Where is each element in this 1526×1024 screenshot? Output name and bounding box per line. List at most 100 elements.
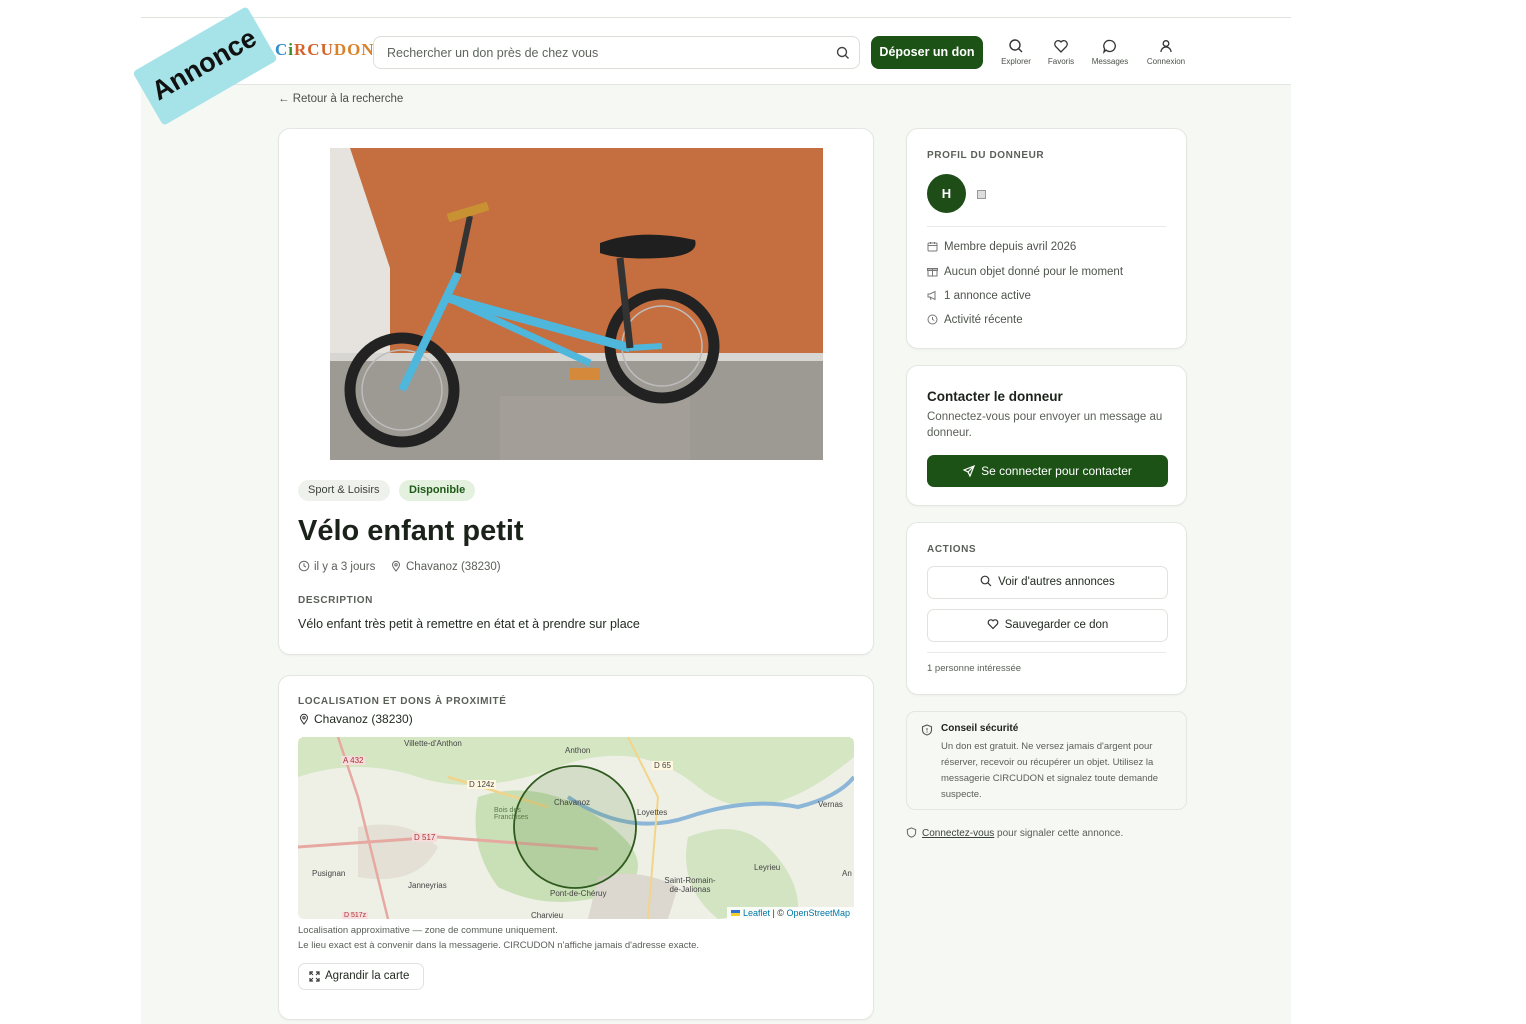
- safety-text: Un don est gratuit. Ne versez jamais d'a…: [941, 741, 1159, 800]
- calendar-icon: [927, 242, 938, 252]
- safety-tip: Conseil sécurité Un don est gratuit. Ne …: [906, 711, 1187, 810]
- circudon-logo[interactable]: CiRCUDON: [275, 40, 375, 60]
- expand-map-button[interactable]: Agrandir la carte: [298, 963, 424, 990]
- donor-profile-card: PROFIL DU DONNEUR H Membre depuis avril …: [906, 128, 1187, 349]
- nav-messages[interactable]: Messages: [1088, 38, 1132, 66]
- top-bar: CiRCUDON Rechercher un don près de chez …: [141, 18, 1291, 85]
- nav-explorer[interactable]: Explorer: [996, 38, 1036, 66]
- clock-icon: [298, 560, 310, 572]
- see-other-listings-button[interactable]: Voir d'autres annonces: [927, 566, 1168, 599]
- map-label: Anthon: [565, 746, 591, 755]
- map-label: D 65: [652, 761, 673, 770]
- map-label: A 432: [341, 756, 366, 765]
- listing-location: Chavanoz (38230): [390, 560, 501, 573]
- attribution-separator: | ©: [769, 908, 787, 918]
- page-frame: CiRCUDON Rechercher un don près de chez …: [141, 17, 1291, 1024]
- pin-icon: [391, 560, 401, 572]
- ukraine-flag-icon: [730, 910, 740, 916]
- map-label: Bois des Franchises: [494, 807, 529, 821]
- profile-label: PROFIL DU DONNEUR: [927, 150, 1045, 161]
- listing-card: Sport & Loisirs Disponible Vélo enfant p…: [278, 128, 874, 655]
- expand-icon: [309, 971, 320, 982]
- search-input[interactable]: Rechercher un don près de chez vous: [373, 36, 860, 69]
- map-label: D 517: [412, 833, 438, 842]
- location-card: LOCALISATION ET DONS À PROXIMITÉ Chavano…: [278, 675, 874, 1020]
- listing-photo[interactable]: [330, 148, 823, 460]
- active-listings: 1 annonce active: [927, 290, 1031, 302]
- login-to-contact-button[interactable]: Se connecter pour contacter: [927, 455, 1168, 487]
- heart-icon: [987, 619, 999, 630]
- heart-icon: [1054, 40, 1068, 53]
- contact-title: Contacter le donneur: [927, 389, 1063, 404]
- location-map[interactable]: Villette-d'Anthon A 432 Anthon D 65 D 12…: [298, 737, 854, 919]
- back-to-search-link[interactable]: ← Retour à la recherche: [278, 93, 403, 105]
- nav-label: Explorer: [1001, 57, 1031, 66]
- search-icon: [1009, 39, 1023, 53]
- status-badge: Disponible: [399, 480, 476, 501]
- map-label: An: [842, 869, 852, 878]
- map-label: Janneyrias: [408, 881, 447, 890]
- nav-label: Favoris: [1047, 57, 1075, 66]
- items-given: Aucun objet donné pour le moment: [927, 266, 1123, 278]
- map-label: Saint-Romain-de-Jalionas: [664, 876, 716, 894]
- send-icon: [962, 464, 976, 478]
- category-tag[interactable]: Sport & Loisirs: [298, 480, 390, 501]
- chat-icon: [1102, 39, 1116, 54]
- map-label: D 517z: [342, 912, 369, 919]
- clock-icon: [927, 314, 938, 325]
- description-label: DESCRIPTION: [298, 595, 373, 606]
- map-label: Pusignan: [312, 869, 346, 878]
- shield-icon: [921, 724, 933, 736]
- search-placeholder: Rechercher un don près de chez vous: [387, 46, 599, 60]
- user-icon: [1160, 40, 1172, 53]
- contact-card: Contacter le donneur Connectez-vous pour…: [906, 365, 1187, 506]
- gift-icon: [927, 268, 938, 277]
- nav-favoris[interactable]: Favoris: [1043, 38, 1079, 66]
- save-donation-button[interactable]: Sauvegarder ce don: [927, 609, 1168, 642]
- post-donation-button[interactable]: Déposer un don: [871, 36, 983, 69]
- map-label: Villette-d'Anthon: [404, 739, 462, 748]
- nav-label: Connexion: [1146, 57, 1186, 66]
- place-text: Chavanoz (38230): [314, 712, 413, 726]
- map-label: Pont-de-Chéruy: [550, 889, 607, 898]
- member-since: Membre depuis avril 2026: [927, 241, 1076, 253]
- divider: [927, 226, 1166, 227]
- logo-letters-rcu: RCU: [294, 40, 334, 59]
- map-attribution: Leaflet | © OpenStreetMap: [726, 907, 854, 919]
- report-text: pour signaler cette annonce.: [994, 828, 1124, 839]
- search-icon: [980, 575, 992, 587]
- logo-letter-c: C: [275, 40, 289, 59]
- map-label: Vernas: [818, 800, 843, 809]
- location-place: Chavanoz (38230): [298, 712, 413, 726]
- divider: [927, 652, 1166, 653]
- map-note-approx: Localisation approximative — zone de com…: [298, 925, 558, 936]
- login-link[interactable]: Connectez-vous: [922, 828, 994, 839]
- actions-card: ACTIONS Voir d'autres annonces Sauvegard…: [906, 522, 1187, 695]
- save-label: Sauvegarder ce don: [1004, 619, 1109, 631]
- posted-text: il y a 3 jours: [314, 561, 376, 573]
- map-label: Chavanoz: [554, 798, 591, 807]
- megaphone-icon: [927, 290, 936, 301]
- openstreetmap-link[interactable]: OpenStreetMap: [786, 908, 850, 918]
- contact-button-label: Se connecter pour contacter: [981, 464, 1132, 478]
- description-text: Vélo enfant très petit à remettre en éta…: [298, 617, 640, 631]
- report-listing: Connectez-vous pour signaler cette annon…: [906, 827, 1123, 839]
- map-label: Leyrieu: [754, 863, 781, 872]
- bike-photo-image: [330, 148, 823, 460]
- avatar[interactable]: H: [927, 174, 966, 213]
- leaflet-link[interactable]: Leaflet: [743, 908, 770, 918]
- map-label: Loyettes: [637, 808, 668, 817]
- nav-connexion[interactable]: Connexion: [1143, 38, 1189, 66]
- pin-icon: [299, 713, 309, 725]
- interested-count: 1 personne intéressée: [927, 663, 1022, 674]
- posted-time: il y a 3 jours: [298, 560, 375, 573]
- actions-label: ACTIONS: [927, 544, 977, 555]
- shield-icon: [906, 827, 917, 838]
- recent-activity: Activité récente: [927, 314, 1023, 326]
- expand-map-label: Agrandir la carte: [325, 970, 410, 982]
- map-label: D 124z: [467, 780, 497, 789]
- location-label: LOCALISATION ET DONS À PROXIMITÉ: [298, 696, 507, 707]
- search-icon[interactable]: [835, 45, 851, 61]
- safety-title: Conseil sécurité: [941, 723, 1019, 734]
- contact-subtitle: Connectez-vous pour envoyer un message a…: [927, 411, 1163, 439]
